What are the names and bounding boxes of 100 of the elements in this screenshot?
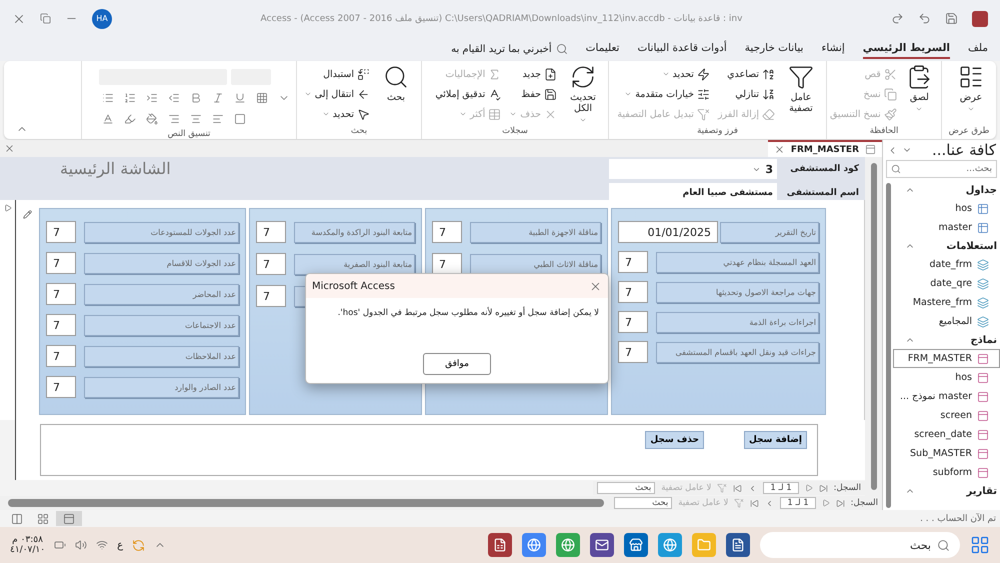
- record-label: السجل:: [850, 498, 878, 508]
- nav-item[interactable]: FRM_MASTER: [893, 349, 1000, 368]
- record-selector-icon: [4, 204, 12, 212]
- form-button[interactable]: حذف سجل: [645, 431, 704, 449]
- value-field[interactable]: 7: [618, 281, 648, 303]
- ribbon-button[interactable]: تنازلي: [718, 84, 775, 104]
- store-icon[interactable]: [624, 533, 648, 557]
- ribbon-button[interactable]: تدقيق إملائي: [435, 84, 502, 104]
- value-field[interactable]: 7: [256, 221, 286, 243]
- record-search-field[interactable]: بحث: [597, 482, 656, 494]
- value-field[interactable]: 7: [618, 311, 648, 333]
- query-icon: [977, 258, 989, 270]
- document-tab[interactable]: FRM_MASTER: [768, 140, 882, 157]
- record-search-field[interactable]: بحث: [614, 497, 672, 509]
- view-button[interactable]: [56, 511, 82, 526]
- nav-item[interactable]: subform: [893, 463, 1000, 482]
- nav-pane-title[interactable]: كافة عنا...: [916, 141, 996, 159]
- ribbon-button[interactable]: استبدال: [304, 64, 370, 84]
- value-field[interactable]: 7: [46, 314, 76, 336]
- nav-item[interactable]: date_frm: [893, 255, 1000, 274]
- ribbon-button[interactable]: تحديد: [304, 104, 370, 124]
- user-avatar[interactable]: HA: [92, 8, 112, 28]
- sliders-icon: [696, 88, 710, 100]
- nav-item[interactable]: Mastere_frm: [893, 293, 1000, 312]
- menu-tab[interactable]: السريط الرئيسي: [862, 39, 950, 59]
- menu-tab[interactable]: ملف: [968, 39, 988, 59]
- folder-icon[interactable]: [692, 533, 716, 557]
- ribbon-button[interactable]: لصق: [900, 64, 938, 126]
- ribbon-button[interactable]: خيارات متقدمة: [617, 84, 710, 104]
- ribbon-button[interactable]: تحديث الكل: [561, 64, 605, 126]
- ribbon-button[interactable]: جديد: [509, 64, 557, 84]
- underline-icon: [234, 92, 246, 104]
- document-app-icon[interactable]: [726, 533, 750, 557]
- value-field[interactable]: 7: [46, 283, 76, 305]
- vertical-scrollbar[interactable]: [870, 163, 876, 490]
- ribbon-button[interactable]: حفظ: [509, 84, 557, 104]
- ribbon-button[interactable]: انتقال إلى: [304, 84, 370, 104]
- value-field[interactable]: 7: [46, 221, 76, 243]
- align-center-icon: [190, 112, 202, 124]
- window-title: Access - (Access 2007 - 2016 تنسيق ملف) C:\Users\QADRIAM\Downloads\inv_112\inv.accdb - قاعدة بيانات : inv: [260, 14, 744, 24]
- nav-item[interactable]: screen: [893, 406, 1000, 425]
- align-right-icon: [168, 112, 180, 124]
- nav-item[interactable]: hos: [893, 199, 1000, 218]
- access-logo: [972, 10, 988, 26]
- nav-item[interactable]: المجاميع: [893, 312, 1000, 331]
- ribbon-button[interactable]: عرض: [949, 64, 993, 126]
- filter-icon: [788, 64, 814, 90]
- tell-me-field[interactable]: أخبرني بما تريد القيام به: [451, 44, 552, 54]
- search-icon: [937, 538, 950, 552]
- nav-item[interactable]: hos: [893, 368, 1000, 387]
- replace-icon: [357, 68, 370, 80]
- nav-group-header[interactable]: استعلامات: [893, 237, 1000, 255]
- value-field[interactable]: 7: [46, 376, 76, 398]
- value-field[interactable]: 7: [618, 251, 648, 273]
- language-indicator[interactable]: ع: [117, 540, 124, 550]
- nav-group-header[interactable]: تقارير: [893, 482, 1000, 500]
- nav-item[interactable]: screen_date: [893, 425, 1000, 444]
- ok-button[interactable]: موافق: [423, 353, 491, 375]
- form-label: اجراءات براءة الذمة: [656, 312, 819, 332]
- nav-item[interactable]: master: [893, 218, 1000, 237]
- filter-icon: [696, 108, 710, 120]
- value-field[interactable]: 7: [432, 221, 462, 243]
- combo-field[interactable]: 3: [609, 159, 777, 179]
- clock[interactable]: ٠٣:٥٨ م ٤١/٠٧/١٠: [10, 535, 46, 555]
- nav-search-field[interactable]: بحث...: [886, 160, 997, 178]
- ribbon-button[interactable]: بحث: [374, 64, 418, 126]
- nav-group-header[interactable]: نماذج: [893, 331, 1000, 349]
- database-app-icon[interactable]: [488, 533, 512, 557]
- menu-tab[interactable]: أدوات قاعدة البيانات: [637, 39, 727, 59]
- value-field[interactable]: 7: [256, 285, 286, 307]
- view-icon: [958, 64, 984, 90]
- browser-icon[interactable]: [556, 533, 580, 557]
- value-field[interactable]: 7: [46, 345, 76, 367]
- browser-icon[interactable]: [658, 533, 682, 557]
- value-field[interactable]: 7: [618, 341, 648, 363]
- form-button[interactable]: إضافة سجل: [744, 431, 807, 449]
- value-field[interactable]: 7: [46, 252, 76, 274]
- group-label: الحافظة: [868, 126, 900, 138]
- query-icon: [977, 278, 989, 290]
- menu-tab[interactable]: تعليمات: [586, 39, 620, 59]
- taskbar-search-field[interactable]: بحث: [760, 532, 960, 558]
- record-position-field[interactable]: 1 لـ 1: [763, 482, 799, 494]
- nav-group-header[interactable]: جداول: [893, 181, 1000, 199]
- menu-tab[interactable]: إنشاء: [821, 39, 845, 59]
- form-icon: [977, 372, 989, 384]
- horizontal-scrollbar[interactable]: [8, 499, 604, 507]
- ribbon-button[interactable]: تصاعدي: [718, 64, 775, 84]
- ribbon-button[interactable]: عامل تصفية: [779, 64, 823, 126]
- menu-tab[interactable]: بيانات خارجية: [744, 39, 804, 59]
- ribbon-button[interactable]: تحديد: [617, 64, 710, 84]
- value-field[interactable]: 7: [256, 253, 286, 275]
- browser-icon[interactable]: [522, 533, 546, 557]
- mail-icon[interactable]: [590, 533, 614, 557]
- nav-item[interactable]: master نموذج ...: [893, 387, 1000, 406]
- nav-item[interactable]: Sub_MASTER: [893, 444, 1000, 463]
- value-field[interactable]: 7: [432, 253, 462, 275]
- value-field[interactable]: 01/01/2025: [618, 221, 718, 243]
- record-position-field[interactable]: 1 لـ 1: [780, 497, 816, 509]
- nav-item[interactable]: date_qre: [893, 274, 1000, 293]
- scrollbar-thumb[interactable]: [886, 183, 890, 508]
